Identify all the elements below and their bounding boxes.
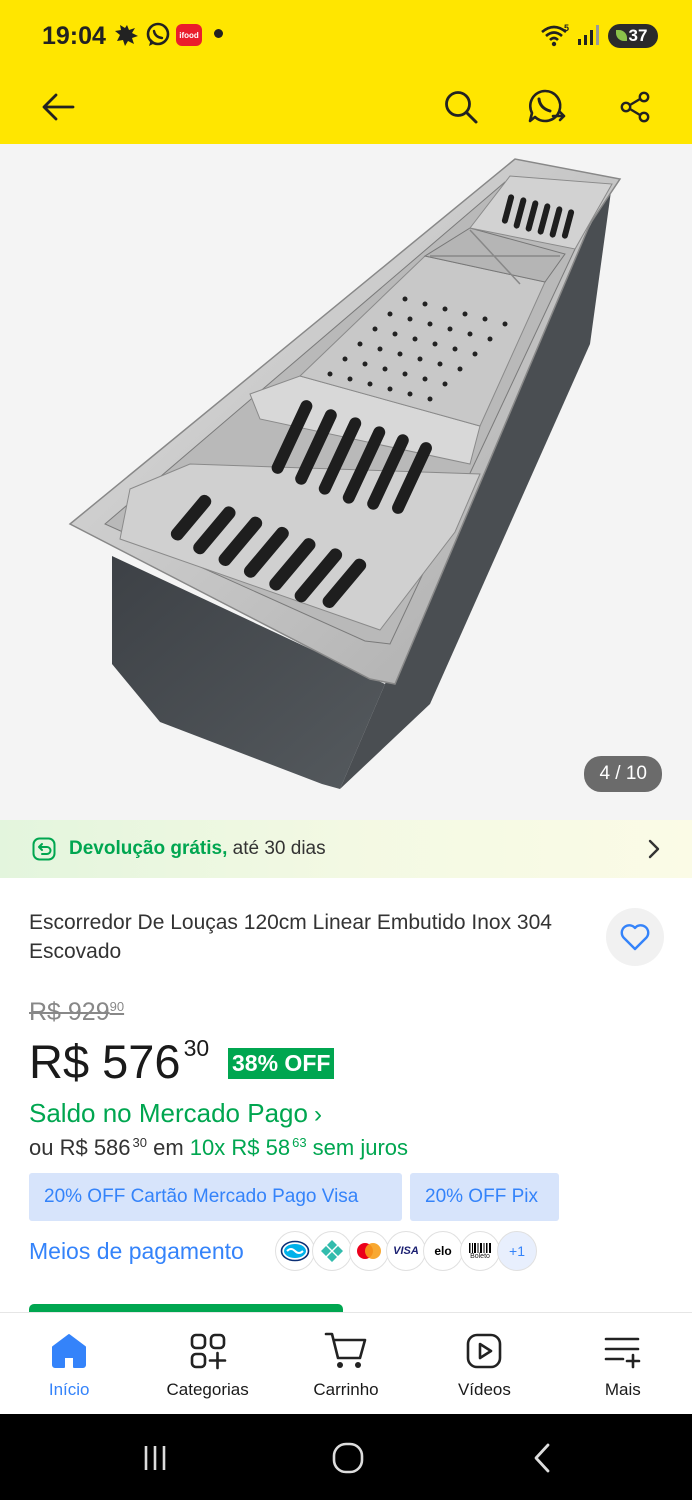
product-title: Escorredor De Louças 120cm Linear Embuti… (29, 911, 552, 963)
installments-info: ou R$ 586 30 em 10x R$ 58 63 sem juros (29, 1135, 408, 1161)
search-button[interactable] (434, 80, 488, 134)
payment-methods-icons[interactable]: VISA elo Boleto +1 (275, 1231, 537, 1273)
status-bar: 19:04 ifood 5 37 (0, 0, 692, 70)
current-price-cents: 30 (183, 1035, 210, 1061)
visa-icon: VISA (386, 1231, 426, 1271)
battery-indicator: 37 (608, 24, 658, 48)
payment-methods-link[interactable]: Meios de pagamento (29, 1238, 244, 1265)
back-arrow-icon (42, 93, 75, 121)
image-counter: 4 / 10 (584, 756, 662, 792)
nav-videos[interactable]: Vídeos (415, 1313, 553, 1414)
chevron-right-icon (648, 839, 660, 859)
cart-icon (324, 1329, 368, 1373)
nav-carrinho[interactable]: Carrinho (277, 1313, 415, 1414)
battery-level: 37 (628, 26, 648, 45)
current-price: R$ 576 30 (29, 1034, 209, 1089)
home-icon (47, 1329, 91, 1373)
original-price: R$ 92990 (29, 998, 124, 1027)
product-image-gallery[interactable]: 4 / 10 (0, 144, 692, 820)
mercado-pago-balance-link[interactable]: Saldo no Mercado Pago › (29, 1098, 322, 1129)
video-icon (462, 1329, 506, 1373)
nav-categorias[interactable]: Categorias (138, 1313, 276, 1414)
ifood-icon: ifood (176, 24, 202, 46)
mercado-pago-balance-label: Saldo no Mercado Pago (29, 1098, 308, 1128)
original-price-value: R$ 929 (29, 998, 110, 1026)
system-back-icon (534, 1443, 550, 1473)
favorite-button[interactable] (606, 908, 664, 966)
mastercard-icon (349, 1231, 389, 1271)
recent-apps-icon (144, 1446, 166, 1470)
nav-categorias-label: Categorias (166, 1380, 249, 1399)
free-return-days: até 30 dias (227, 838, 326, 859)
pix-icon (312, 1231, 352, 1271)
svg-text:5: 5 (564, 23, 569, 33)
wifi-icon: 5 (540, 22, 570, 48)
home-circle-icon (332, 1442, 364, 1474)
back-button[interactable] (31, 80, 85, 134)
boleto-icon: Boleto (460, 1231, 500, 1271)
installments-plan: 10x R$ 58 (189, 1135, 291, 1160)
elo-icon: elo (423, 1231, 463, 1271)
boleto-label: Boleto (470, 1252, 490, 1260)
installments-prefix: ou R$ 586 (29, 1135, 131, 1160)
nav-videos-label: Vídeos (457, 1380, 511, 1399)
free-return-bold: Devolução grátis, (69, 838, 228, 859)
nav-carrinho-label: Carrinho (313, 1380, 379, 1399)
nav-mais[interactable]: Mais (554, 1313, 692, 1414)
cell-signal-icon (575, 22, 601, 48)
product-image (68, 158, 622, 789)
free-return-banner[interactable]: Devolução grátis, até 30 dias (0, 820, 692, 878)
installments-plan-cents: 63 (292, 1135, 307, 1150)
nav-inicio-label: Início (48, 1380, 90, 1399)
whatsapp-icon (145, 22, 171, 48)
status-time: 19:04 (42, 22, 106, 50)
notification-dot (214, 29, 223, 38)
return-icon (32, 837, 56, 861)
promo-card-mercado-pago[interactable]: 20% OFF Cartão Mercado Pago Visa (29, 1173, 402, 1221)
installments-prefix-cents: 30 (132, 1135, 147, 1150)
share-icon (620, 91, 650, 123)
share-button[interactable] (608, 80, 662, 134)
battery-saver-icon (616, 30, 627, 41)
original-price-cents: 90 (109, 999, 125, 1014)
heart-icon (620, 924, 650, 951)
free-return-text: Devolução grátis, até 30 dias (69, 838, 326, 860)
whatsapp-share-button[interactable] (520, 80, 574, 134)
nav-inicio[interactable]: Início (0, 1313, 138, 1414)
home-button[interactable] (328, 1440, 368, 1476)
menu-icon (601, 1329, 645, 1373)
system-navigation-bar (0, 1414, 692, 1500)
whatsapp-share-icon (528, 89, 566, 123)
installments-mid: em (147, 1135, 190, 1160)
chevron-right-icon: › (313, 1101, 322, 1128)
bottom-navigation: Início Categorias Carrinho Vídeos Mais (0, 1312, 692, 1414)
app-header (0, 70, 692, 144)
installments-suffix: sem juros (306, 1135, 409, 1160)
discount-badge: 38% OFF (228, 1048, 335, 1079)
mercado-pago-icon (275, 1231, 315, 1271)
weather-icon (114, 22, 140, 48)
recent-apps-button[interactable] (135, 1440, 175, 1476)
system-back-button[interactable] (522, 1440, 562, 1476)
nav-mais-label: Mais (604, 1380, 641, 1399)
current-price-value: R$ 576 (29, 1035, 181, 1088)
search-icon (445, 91, 478, 124)
promo-pix[interactable]: 20% OFF Pix (410, 1173, 559, 1221)
more-payment-methods[interactable]: +1 (497, 1231, 537, 1271)
categories-icon (186, 1329, 230, 1373)
